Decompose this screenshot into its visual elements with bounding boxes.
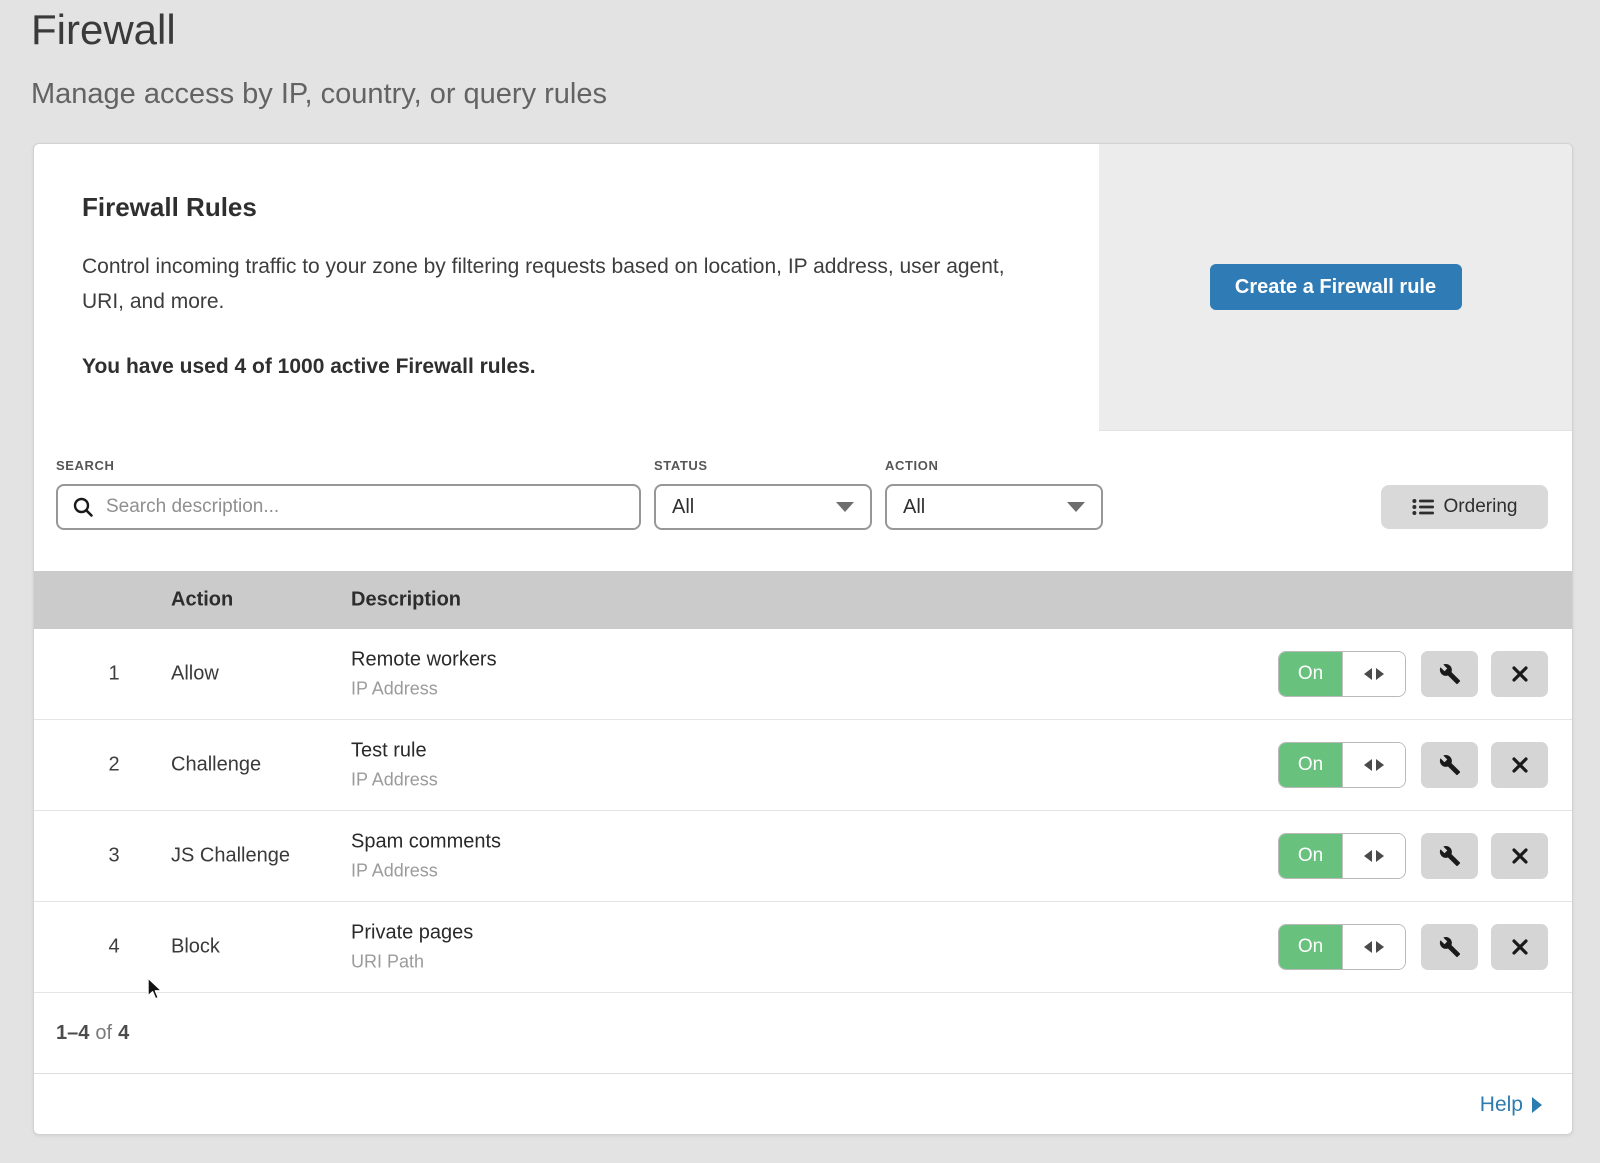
status-select[interactable]: All — [654, 484, 872, 530]
rule-match-type: IP Address — [351, 770, 438, 791]
search-icon — [72, 496, 94, 518]
edit-rule-button[interactable] — [1421, 924, 1478, 970]
pagination-range: 1–4 — [56, 1022, 89, 1045]
wrench-icon — [1439, 754, 1461, 776]
ordering-list-icon — [1412, 498, 1434, 516]
toggle-on-label: On — [1279, 834, 1342, 878]
intro-text-block: Firewall Rules Control incoming traffic … — [34, 144, 1099, 431]
page-title: Firewall — [31, 6, 176, 54]
rule-description: Private pages — [351, 922, 473, 945]
card-description: Control incoming traffic to your zone by… — [82, 249, 1032, 319]
wrench-icon — [1439, 663, 1461, 685]
rule-description-cell: Remote workers IP Address — [351, 649, 497, 700]
table-row: 3 JS Challenge Spam comments IP Address … — [34, 811, 1572, 902]
edit-rule-button[interactable] — [1421, 833, 1478, 879]
toggle-drag-handle-icon — [1342, 743, 1405, 787]
table-row: 4 Block Private pages URI Path On — [34, 902, 1572, 993]
close-icon — [1510, 937, 1530, 957]
rule-description: Test rule — [351, 740, 438, 763]
card-footer: Help — [34, 1073, 1572, 1135]
rule-description-cell: Spam comments IP Address — [351, 831, 501, 882]
toggle-on-label: On — [1279, 925, 1342, 969]
rule-priority: 1 — [89, 663, 139, 686]
chevron-down-icon — [836, 502, 854, 512]
card-heading: Firewall Rules — [82, 192, 1051, 223]
rule-match-type: IP Address — [351, 861, 501, 882]
toggle-drag-handle-icon — [1342, 834, 1405, 878]
edit-rule-button[interactable] — [1421, 651, 1478, 697]
rule-match-type: URI Path — [351, 952, 473, 973]
intro-section: Firewall Rules Control incoming traffic … — [34, 144, 1572, 431]
wrench-icon — [1439, 845, 1461, 867]
rule-action: JS Challenge — [171, 845, 290, 868]
column-header-action: Action — [171, 589, 233, 612]
firewall-rules-card: Firewall Rules Control incoming traffic … — [33, 143, 1573, 1135]
rule-action: Block — [171, 936, 220, 959]
column-header-description: Description — [351, 589, 461, 612]
rule-priority: 4 — [89, 936, 139, 959]
action-select[interactable]: All — [885, 484, 1103, 530]
edit-rule-button[interactable] — [1421, 742, 1478, 788]
pagination: 1–4 of 4 — [34, 993, 1572, 1073]
action-select-value: All — [903, 496, 925, 519]
search-input[interactable] — [104, 495, 625, 519]
rule-enable-toggle[interactable]: On — [1278, 651, 1406, 697]
rule-priority: 2 — [89, 754, 139, 777]
toggle-on-label: On — [1279, 652, 1342, 696]
ordering-button-label: Ordering — [1444, 496, 1518, 518]
rule-description: Remote workers — [351, 649, 497, 672]
rule-action: Allow — [171, 663, 219, 686]
rules-usage-note: You have used 4 of 1000 active Firewall … — [82, 355, 1051, 379]
help-link[interactable]: Help — [1480, 1093, 1542, 1117]
help-link-label: Help — [1480, 1093, 1523, 1117]
search-box[interactable] — [56, 484, 641, 530]
wrench-icon — [1439, 936, 1461, 958]
close-icon — [1510, 755, 1530, 775]
toggle-drag-handle-icon — [1342, 925, 1405, 969]
close-icon — [1510, 846, 1530, 866]
toggle-on-label: On — [1279, 743, 1342, 787]
rule-description-cell: Test rule IP Address — [351, 740, 438, 791]
filters-section: SEARCH STATUS All ACTION All Ordering — [34, 431, 1572, 571]
triangle-right-icon — [1532, 1097, 1542, 1113]
action-label: ACTION — [885, 458, 938, 473]
table-header: Action Description — [34, 571, 1572, 629]
rule-match-type: IP Address — [351, 679, 497, 700]
rule-priority: 3 — [89, 845, 139, 868]
create-rule-panel: Create a Firewall rule — [1099, 144, 1572, 431]
rule-description-cell: Private pages URI Path — [351, 922, 473, 973]
rule-description: Spam comments — [351, 831, 501, 854]
table-row: 2 Challenge Test rule IP Address On — [34, 720, 1572, 811]
rule-enable-toggle[interactable]: On — [1278, 742, 1406, 788]
search-label: SEARCH — [56, 458, 115, 473]
create-firewall-rule-button[interactable]: Create a Firewall rule — [1210, 264, 1462, 310]
rule-enable-toggle[interactable]: On — [1278, 924, 1406, 970]
delete-rule-button[interactable] — [1491, 651, 1548, 697]
pagination-of: of — [95, 1022, 112, 1045]
delete-rule-button[interactable] — [1491, 833, 1548, 879]
table-row: 1 Allow Remote workers IP Address On — [34, 629, 1572, 720]
delete-rule-button[interactable] — [1491, 742, 1548, 788]
ordering-button[interactable]: Ordering — [1381, 485, 1548, 529]
pagination-total: 4 — [118, 1022, 129, 1045]
rule-action: Challenge — [171, 754, 261, 777]
status-select-value: All — [672, 496, 694, 519]
toggle-drag-handle-icon — [1342, 652, 1405, 696]
chevron-down-icon — [1067, 502, 1085, 512]
page-subtitle: Manage access by IP, country, or query r… — [31, 78, 607, 111]
status-label: STATUS — [654, 458, 708, 473]
rule-enable-toggle[interactable]: On — [1278, 833, 1406, 879]
close-icon — [1510, 664, 1530, 684]
delete-rule-button[interactable] — [1491, 924, 1548, 970]
